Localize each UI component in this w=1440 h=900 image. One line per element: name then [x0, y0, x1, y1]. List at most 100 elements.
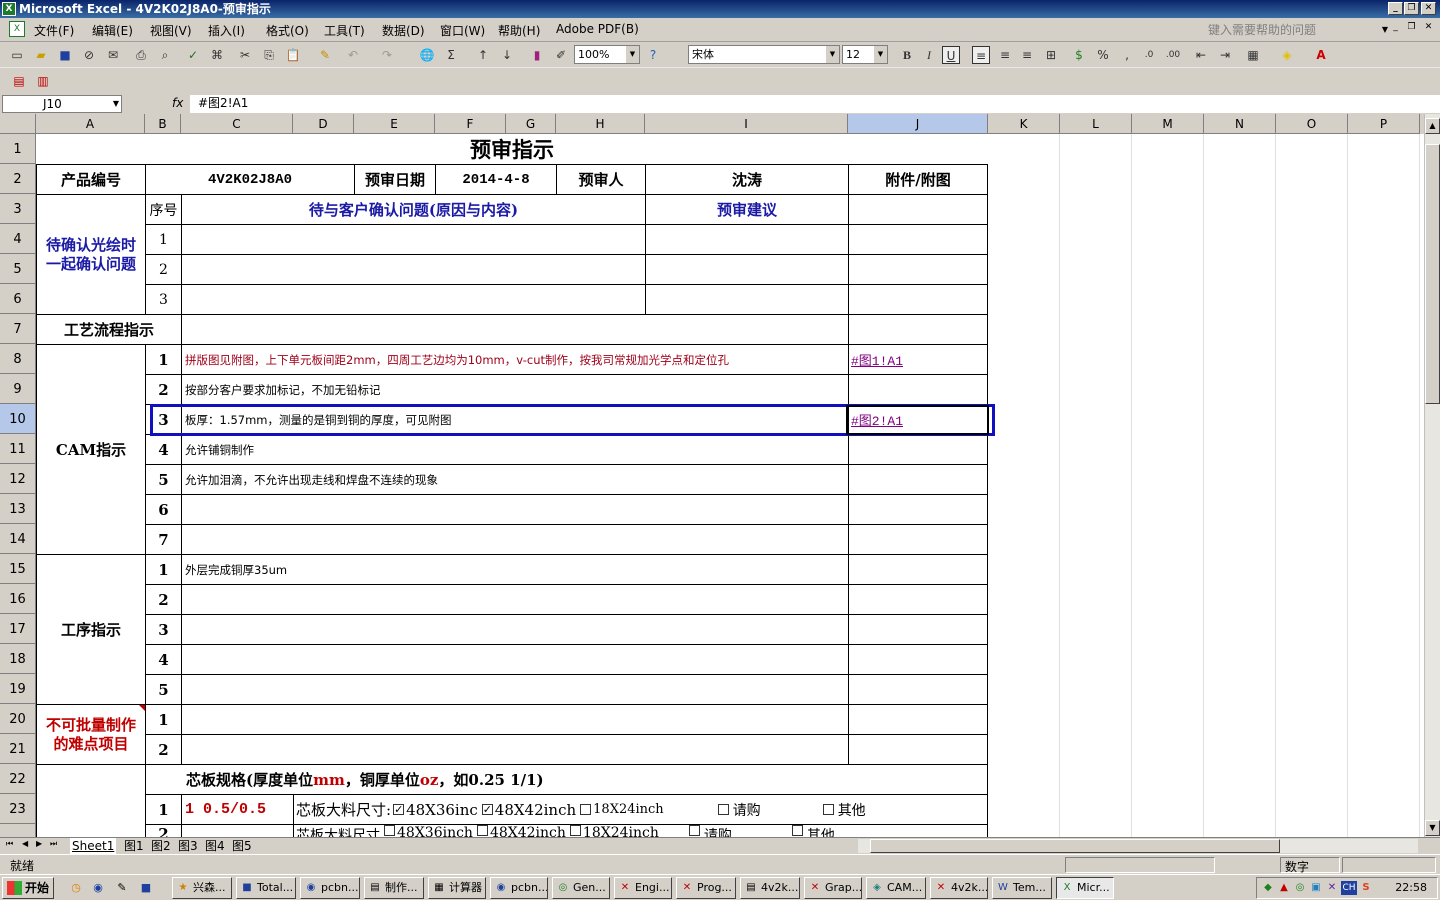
cell[interactable]: [848, 494, 988, 525]
paste-icon[interactable]: 📋: [284, 46, 302, 64]
reviewer[interactable]: 沈涛: [645, 164, 849, 195]
print-icon[interactable]: ⎙: [132, 46, 150, 64]
align-right-icon[interactable]: ≡: [1018, 46, 1036, 64]
cell[interactable]: [848, 644, 988, 675]
seq-num[interactable]: 3: [145, 284, 182, 315]
ql-clock-icon[interactable]: ◷: [68, 880, 84, 896]
cell[interactable]: [181, 524, 849, 555]
tab-fig3[interactable]: 图3: [178, 838, 198, 854]
doc-minimize-button[interactable]: _: [1388, 22, 1403, 35]
core-size-row[interactable]: 芯板大料尺寸: ✓ 48X36inc ✓ 48X42inch 18X24inch…: [293, 794, 988, 825]
checkbox-icon[interactable]: [569, 825, 581, 836]
cell[interactable]: [848, 434, 988, 465]
cam-section-label[interactable]: CAM指示: [36, 344, 146, 555]
core-size-row-2[interactable]: 芯板大料尺寸 48X36inch 48X42inch 18X24inch 请购 …: [293, 824, 988, 837]
tab-fig4[interactable]: 图4: [205, 838, 225, 854]
autosum-icon[interactable]: Σ: [442, 46, 460, 64]
redo-icon[interactable]: ↷: [378, 46, 396, 64]
tray-sync-icon[interactable]: ◎: [1293, 881, 1307, 895]
col-header[interactable]: P: [1348, 114, 1420, 134]
format-painter-icon[interactable]: ✎: [316, 46, 334, 64]
row-header[interactable]: 21: [0, 734, 36, 764]
minimize-button[interactable]: _: [1388, 2, 1403, 15]
tab-fig5[interactable]: 图5: [232, 838, 252, 854]
row-header[interactable]: 9: [0, 374, 36, 404]
help-search-input[interactable]: 键入需要帮助的问题 ▼: [1208, 21, 1388, 39]
tray-app-icon[interactable]: ▲: [1277, 881, 1291, 895]
product-no-label[interactable]: 产品编号: [36, 164, 146, 195]
seq-num[interactable]: 1: [145, 224, 182, 255]
comma-icon[interactable]: ,: [1118, 46, 1136, 64]
task-item[interactable]: ✕ Prog...: [676, 877, 736, 899]
spelling-icon[interactable]: ✓: [184, 46, 202, 64]
cell[interactable]: [645, 224, 849, 255]
menu-view[interactable]: 视图(V): [150, 22, 192, 39]
cam-instruction-4[interactable]: 允许铺铜制作: [181, 434, 849, 465]
row-header[interactable]: 12: [0, 464, 36, 494]
cell[interactable]: [36, 764, 146, 837]
decrease-decimal-icon[interactable]: .00: [1164, 46, 1182, 64]
start-button[interactable]: 开始: [2, 877, 54, 899]
cell[interactable]: [181, 314, 849, 345]
cell[interactable]: [848, 584, 988, 615]
seq-num[interactable]: 5: [145, 674, 182, 705]
checkbox-checked-icon[interactable]: ✓: [393, 804, 405, 815]
row-header[interactable]: 2: [0, 164, 36, 194]
cell[interactable]: [181, 284, 646, 315]
function-icon[interactable]: fx: [172, 96, 183, 110]
save-icon[interactable]: ■: [56, 46, 74, 64]
first-sheet-icon[interactable]: ⏮: [6, 839, 13, 849]
col-header[interactable]: G: [506, 114, 556, 134]
row-header[interactable]: 5: [0, 254, 36, 284]
cell[interactable]: [848, 374, 988, 405]
permission-icon[interactable]: ⊘: [80, 46, 98, 64]
next-sheet-icon[interactable]: ▶: [36, 839, 42, 848]
menu-help[interactable]: 帮助(H): [498, 22, 540, 39]
seq-num[interactable]: 2: [145, 734, 182, 765]
checkbox-icon[interactable]: [476, 825, 488, 836]
row-header[interactable]: 19: [0, 674, 36, 704]
task-item[interactable]: ◉ pcbn...: [300, 877, 360, 899]
col-header[interactable]: F: [435, 114, 506, 134]
last-sheet-icon[interactable]: ⏭: [50, 839, 57, 849]
seq-num[interactable]: 1: [145, 554, 182, 585]
cell[interactable]: [181, 824, 294, 837]
task-item[interactable]: ★ 兴森...: [172, 877, 232, 899]
row-header[interactable]: [0, 824, 36, 837]
col-header[interactable]: B: [145, 114, 181, 134]
core-spec-header[interactable]: 芯板规格(厚度单位 mm ，铜厚单位 oz ，如0.25 1/1): [145, 764, 988, 795]
tab-fig2[interactable]: 图2: [151, 838, 171, 854]
col-header[interactable]: H: [556, 114, 645, 134]
ql-ie-icon[interactable]: ◉: [90, 880, 106, 896]
menu-window[interactable]: 窗口(W): [440, 22, 485, 39]
task-item[interactable]: ▦ 计算器: [428, 877, 486, 899]
cell[interactable]: [848, 194, 988, 225]
scroll-down-icon[interactable]: ▼: [1425, 820, 1440, 836]
seq-num[interactable]: 2: [145, 374, 182, 405]
active-cell[interactable]: [846, 405, 989, 435]
font-size-select[interactable]: 12 ▼: [842, 45, 888, 64]
flow-section-label[interactable]: 工艺流程指示: [36, 314, 182, 345]
drawing-icon[interactable]: ✐: [552, 46, 570, 64]
cell[interactable]: [181, 494, 849, 525]
task-item[interactable]: ✕ Grap...: [804, 877, 862, 899]
cell[interactable]: [848, 314, 988, 345]
task-item[interactable]: ▤ 制作...: [364, 877, 424, 899]
chevron-down-icon[interactable]: ▼: [626, 46, 639, 63]
process-section-label[interactable]: 工序指示: [36, 554, 146, 705]
seq-num[interactable]: 1: [145, 704, 182, 735]
task-item[interactable]: ■ Total...: [236, 877, 296, 899]
col-header[interactable]: O: [1276, 114, 1348, 134]
checkbox-icon[interactable]: [580, 804, 592, 815]
chevron-down-icon[interactable]: ▼: [826, 46, 839, 63]
review-date[interactable]: 2014-4-8: [435, 164, 557, 195]
cell[interactable]: [645, 254, 849, 285]
checkbox-icon[interactable]: [717, 804, 729, 815]
tab-sheet1[interactable]: Sheet1: [70, 838, 117, 854]
checkbox-icon[interactable]: [384, 825, 395, 836]
cell[interactable]: [848, 614, 988, 645]
menu-edit[interactable]: 编辑(E): [92, 22, 133, 39]
seq-num[interactable]: 7: [145, 524, 182, 555]
attachment-link-1[interactable]: #图1!A1: [848, 344, 988, 375]
tray-lang-icon[interactable]: CH: [1341, 881, 1357, 895]
